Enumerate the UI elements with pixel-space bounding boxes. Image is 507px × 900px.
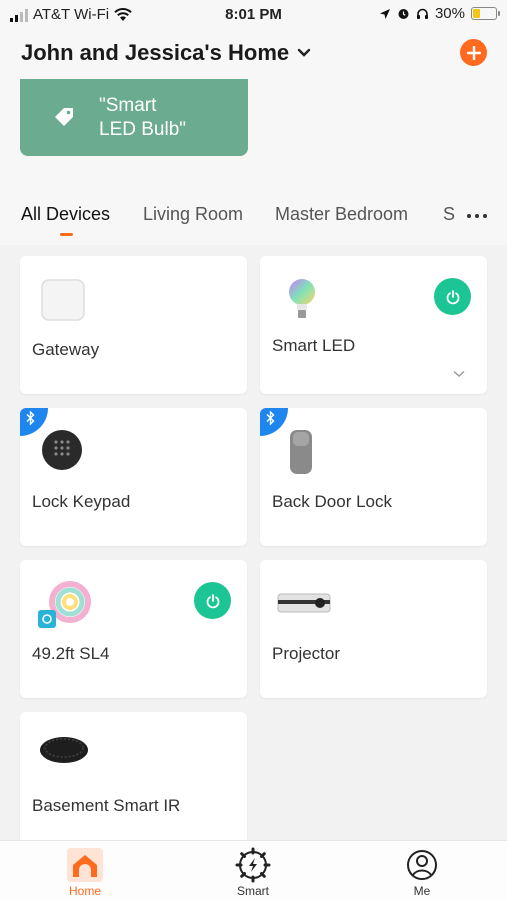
headphones-icon — [416, 8, 428, 19]
home-switcher[interactable]: John and Jessica's Home — [21, 40, 311, 66]
room-tabs: All Devices Living Room Master Bedroom S — [21, 200, 487, 240]
bluetooth-icon — [266, 411, 275, 425]
device-card-back-door-lock[interactable]: Back Door Lock — [260, 408, 487, 546]
add-device-button[interactable] — [460, 39, 487, 66]
tag-icon — [55, 108, 73, 126]
more-dot — [483, 214, 487, 218]
battery-icon — [471, 7, 500, 20]
nav-home-label: Home — [68, 884, 101, 898]
scene-label: "Smart LED Bulb" — [99, 95, 187, 140]
tab-living-room[interactable]: Living Room — [143, 204, 243, 225]
power-toggle[interactable] — [434, 278, 471, 315]
home-name: John and Jessica's Home — [21, 40, 290, 65]
smart-gear-icon — [235, 847, 271, 883]
power-icon — [206, 593, 219, 608]
device-card-projector[interactable]: Projector — [260, 560, 487, 698]
tab-next-room[interactable]: S — [443, 204, 455, 225]
device-name: 49.2ft SL4 — [32, 644, 110, 663]
more-dot — [467, 214, 471, 218]
alarm-icon — [398, 9, 409, 19]
power-toggle[interactable] — [194, 582, 231, 619]
gateway-icon — [41, 279, 85, 321]
device-card-gateway[interactable]: Gateway — [20, 256, 247, 394]
nav-smart[interactable]: Smart — [203, 847, 303, 898]
device-name: Gateway — [32, 340, 100, 359]
tab-master-bedroom[interactable]: Master Bedroom — [275, 204, 408, 225]
device-card-light-strip[interactable]: 49.2ft SL4 — [20, 560, 247, 698]
more-dot — [475, 214, 479, 218]
device-grid: Gateway Smart LED Lock Keypad Back Door … — [0, 245, 507, 840]
nav-me[interactable]: Me — [372, 847, 472, 898]
device-name: Back Door Lock — [272, 492, 392, 511]
door-lock-icon — [290, 430, 312, 474]
scene-card[interactable]: "Smart LED Bulb" — [20, 79, 248, 156]
projector-icon — [277, 593, 331, 613]
light-bulb-icon — [289, 279, 315, 318]
tab-all-devices[interactable]: All Devices — [21, 204, 110, 225]
keypad-icon — [42, 430, 82, 470]
device-card-smart-ir[interactable]: Basement Smart IR — [20, 712, 247, 840]
device-name: Projector — [272, 644, 341, 663]
bluetooth-icon — [26, 411, 35, 425]
bottom-nav: Home Smart Me — [0, 840, 507, 900]
status-bar: AT&T Wi-Fi 8:01 PM 30% — [0, 0, 507, 30]
more-tabs-button[interactable] — [459, 206, 487, 226]
device-name: Smart LED — [272, 336, 356, 355]
plus-icon — [466, 45, 481, 60]
battery-percent: 30% — [434, 5, 465, 22]
chevron-down-icon — [297, 48, 311, 57]
nav-smart-label: Smart — [236, 884, 269, 898]
chevron-down-icon[interactable] — [453, 370, 465, 378]
device-name: Lock Keypad — [32, 492, 131, 511]
location-arrow-icon — [379, 8, 390, 19]
profile-icon — [407, 850, 437, 880]
home-header: John and Jessica's Home "Smart LED Bulb"… — [0, 30, 507, 245]
light-strip-icon — [38, 581, 91, 628]
active-tab-indicator — [60, 233, 73, 236]
device-card-lock-keypad[interactable]: Lock Keypad — [20, 408, 247, 546]
nav-home[interactable]: Home — [35, 847, 135, 898]
status-right: 30% — [379, 5, 500, 22]
device-card-smart-led[interactable]: Smart LED — [260, 256, 487, 394]
ir-remote-icon — [40, 737, 88, 763]
home-icon — [67, 848, 103, 882]
battery-fill — [473, 9, 480, 18]
device-name: Basement Smart IR — [32, 796, 181, 815]
power-icon — [446, 289, 459, 304]
nav-me-label: Me — [413, 884, 431, 898]
